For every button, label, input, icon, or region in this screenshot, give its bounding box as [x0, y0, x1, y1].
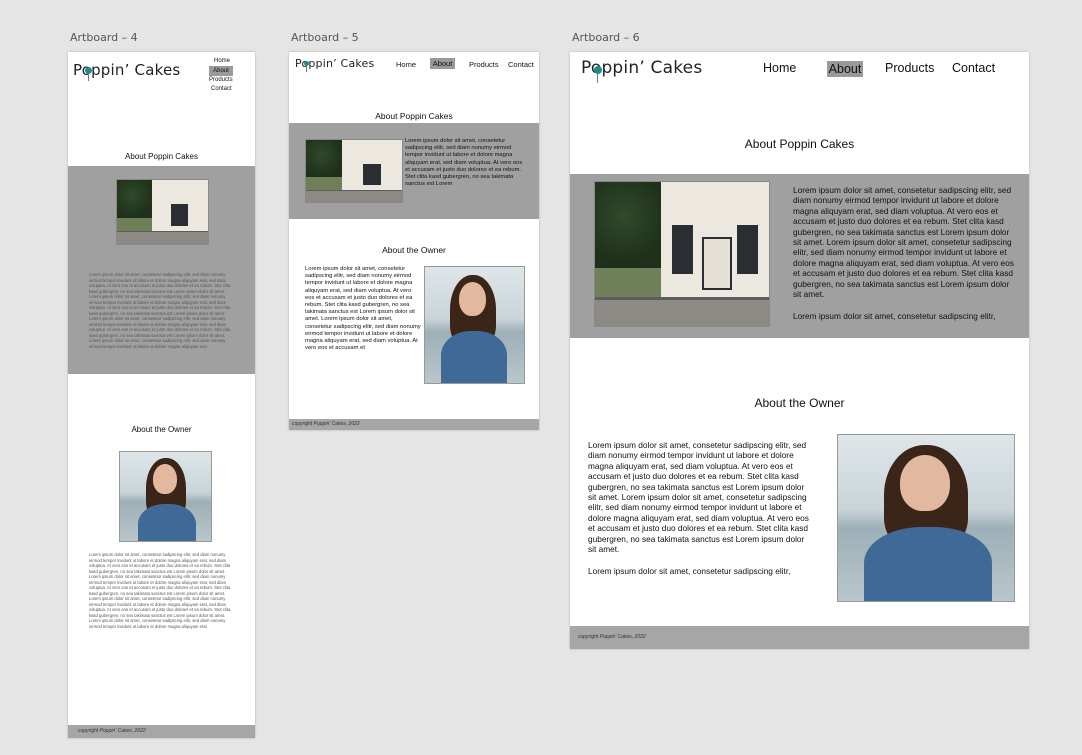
storefront-image [305, 139, 403, 203]
owner-text-tail: Lorem ipsum dolor sit amet, consetetur s… [588, 566, 791, 576]
owner-heading: About the Owner [131, 425, 192, 434]
nav-contact[interactable]: Contact [508, 60, 534, 69]
owner-image [424, 266, 525, 384]
artboard-4-label: Artboard – 4 [70, 31, 138, 44]
logo[interactable]: Poppin’ Cakes [295, 57, 374, 72]
logo[interactable]: Poppin’ Cakes [73, 61, 180, 81]
footer-copyright: copyright Poppin' Cakes, 2022 [292, 421, 360, 427]
storefront-image [594, 181, 770, 327]
about-heading: About Poppin Cakes [125, 152, 198, 161]
nav-home[interactable]: Home [396, 60, 416, 69]
logo-stick-icon [88, 74, 89, 81]
nav-products[interactable]: Products [885, 61, 934, 75]
footer-copyright: copyright Poppin' Cakes, 2022 [578, 634, 646, 640]
nav-products[interactable]: Products [469, 60, 499, 69]
nav-about[interactable]: About [430, 58, 455, 69]
storefront-image [116, 179, 209, 245]
nav-products[interactable]: Products [209, 77, 233, 83]
logo-stick-icon [597, 74, 598, 83]
footer: copyright Poppin' Cakes, 2022 [289, 419, 539, 430]
nav-contact[interactable]: Contact [952, 61, 995, 75]
artboard-5: Poppin’ Cakes Home About Products Contac… [289, 52, 539, 430]
logo-stick-icon [306, 66, 307, 72]
footer-copyright: copyright Poppin' Cakes, 2022 [78, 728, 146, 734]
about-text: Lorem ipsum dolor sit amet, consetetur s… [89, 272, 231, 349]
about-text-tail: Lorem ipsum dolor sit amet, consetetur s… [793, 311, 996, 321]
logo-cake-pop-icon [85, 67, 92, 74]
owner-image [837, 434, 1015, 602]
nav-about[interactable]: About [209, 66, 233, 76]
about-heading: About Poppin Cakes [375, 111, 453, 121]
owner-image [119, 451, 212, 542]
owner-heading: About the Owner [754, 396, 845, 410]
about-text: Lorem ipsum dolor sit amet, consetetur s… [405, 138, 523, 188]
artboard-6-label: Artboard – 6 [572, 31, 640, 44]
logo[interactable]: Poppin’ Cakes [581, 58, 702, 83]
logo-cake-pop-icon [594, 66, 602, 74]
owner-text: Lorem ipsum dolor sit amet, consetetur s… [588, 440, 809, 555]
artboard-4: Poppin’ Cakes Home About Products Contac… [68, 52, 255, 738]
about-text: Lorem ipsum dolor sit amet, consetetur s… [793, 185, 1014, 300]
nav-contact[interactable]: Contact [211, 86, 232, 92]
nav-about[interactable]: About [827, 61, 863, 77]
artboard-6: Poppin’ Cakes Home About Products Contac… [570, 52, 1029, 649]
artboard-5-label: Artboard – 5 [291, 31, 359, 44]
about-heading: About Poppin Cakes [744, 137, 855, 151]
nav-home[interactable]: Home [214, 58, 230, 64]
nav-home[interactable]: Home [763, 61, 796, 75]
footer: copyright Poppin' Cakes, 2022 [68, 725, 255, 738]
owner-text: Lorem ipsum dolor sit amet, consetetur s… [89, 552, 231, 629]
owner-heading: About the Owner [382, 245, 446, 255]
owner-text: Lorem ipsum dolor sit amet, consetetur s… [305, 266, 421, 352]
footer: copyright Poppin' Cakes, 2022 [570, 626, 1029, 649]
